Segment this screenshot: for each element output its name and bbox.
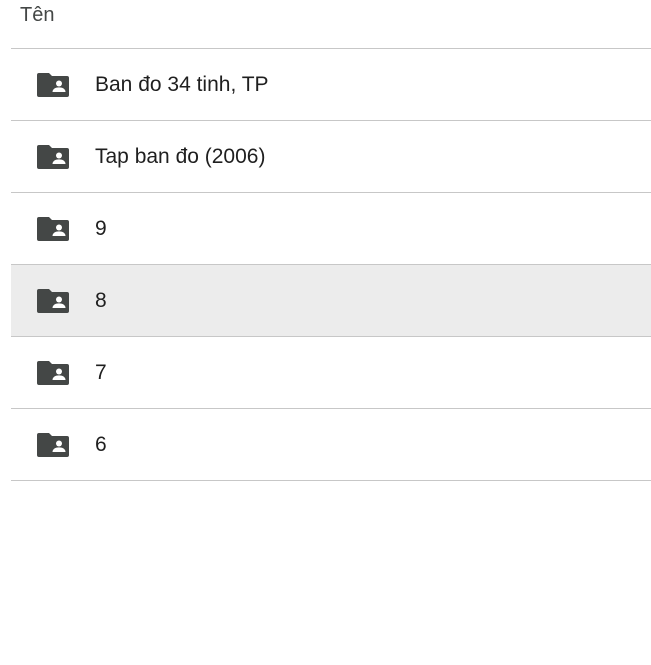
list-item[interactable]: Ban đo 34 tinh, TP	[11, 49, 651, 121]
folder-name: Tap ban đo (2006)	[95, 145, 266, 168]
folder-name: Ban đo 34 tinh, TP	[95, 73, 269, 96]
list-header: Tên	[11, 0, 651, 49]
shared-folder-icon	[37, 433, 69, 457]
list-item[interactable]: 9	[11, 193, 651, 265]
shared-folder-icon	[37, 361, 69, 385]
file-list: Tên Ban đo 34 tinh, TP Tap ban đo (2006)…	[11, 0, 651, 481]
shared-folder-icon	[37, 289, 69, 313]
folder-name: 7	[95, 361, 107, 384]
name-column-header[interactable]: Tên	[20, 3, 54, 27]
folder-name: 9	[95, 217, 107, 240]
list-item[interactable]: 6	[11, 409, 651, 481]
folder-name: 8	[95, 289, 107, 312]
list-item-selected[interactable]: 8	[11, 265, 651, 337]
list-item[interactable]: 7	[11, 337, 651, 409]
shared-folder-icon	[37, 73, 69, 97]
list-item[interactable]: Tap ban đo (2006)	[11, 121, 651, 193]
folder-name: 6	[95, 433, 107, 456]
shared-folder-icon	[37, 217, 69, 241]
shared-folder-icon	[37, 145, 69, 169]
